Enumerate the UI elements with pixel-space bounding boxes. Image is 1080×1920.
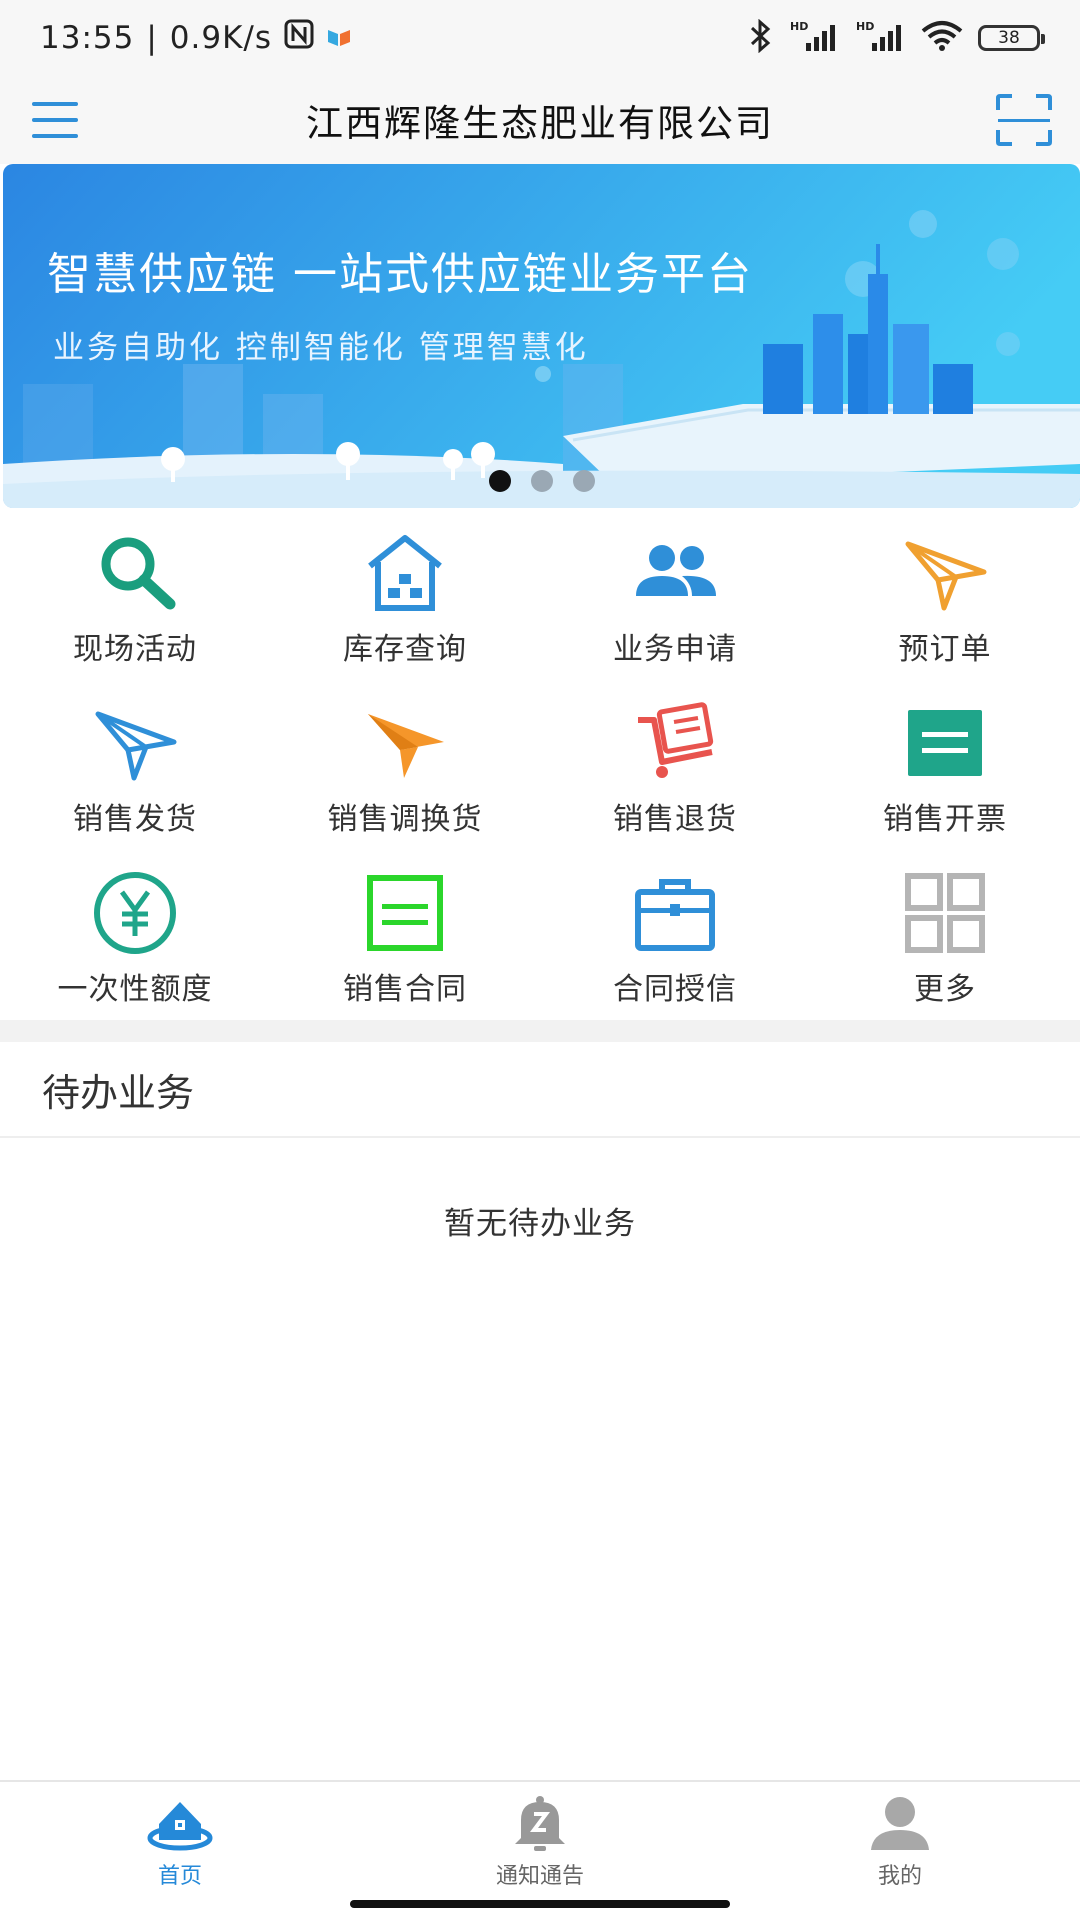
paper-plane-outline-icon [92, 700, 178, 786]
nav-item-home[interactable]: 首页 [80, 1794, 280, 1894]
grid-item-label: 销售退货 [613, 802, 737, 837]
carousel-dot[interactable] [573, 470, 595, 492]
pending-section-title: 待办业务 [42, 1070, 195, 1115]
grid-item-sales-invoice[interactable]: 销售开票 [810, 678, 1080, 848]
app-notification-icon [326, 20, 352, 56]
grid-item-inventory-query[interactable]: 库存查询 [270, 508, 540, 678]
status-bar: 13:55 | 0.9K/s HD HD 38 [0, 0, 1080, 76]
grid-item-label: 预订单 [898, 632, 992, 667]
bluetooth-icon [748, 18, 774, 57]
grid-item-label: 合同授信 [613, 972, 737, 1007]
users-icon [632, 530, 718, 616]
status-time: 13:55 [40, 20, 135, 56]
grid-item-one-time-quota[interactable]: 一次性额度 [0, 848, 270, 1018]
cart-return-icon [632, 700, 718, 786]
grid-item-business-application[interactable]: 业务申请 [540, 508, 810, 678]
more-grid-icon [902, 870, 988, 956]
nav-item-notifications[interactable]: 通知通告 [440, 1794, 640, 1894]
hd-signal-icon: HD [854, 19, 906, 57]
scan-button[interactable] [994, 92, 1054, 148]
wifi-icon [920, 19, 964, 57]
app-header: 江西辉隆生态肥业有限公司 [0, 76, 1080, 164]
grid-item-more[interactable]: 更多 [810, 848, 1080, 1018]
grid-item-sales-delivery[interactable]: 销售发货 [0, 678, 270, 848]
nav-item-profile[interactable]: 我的 [800, 1794, 1000, 1894]
grid-item-label: 销售调换货 [327, 802, 483, 837]
paper-plane-filled-icon [362, 700, 448, 786]
grid-item-pre-order[interactable]: 预订单 [810, 508, 1080, 678]
app-screen: 13:55 | 0.9K/s HD HD 38 江西辉隆生态肥业有限公司 智慧供… [0, 0, 1080, 1920]
nfc-icon [284, 19, 314, 57]
grid-item-sales-return[interactable]: 销售退货 [540, 678, 810, 848]
carousel-dot-active[interactable] [489, 470, 511, 492]
paper-plane-outline-icon [902, 530, 988, 616]
grid-item-sales-contract[interactable]: 销售合同 [270, 848, 540, 1018]
grid-item-sales-exchange[interactable]: 销售调换货 [270, 678, 540, 848]
bottom-nav: 首页 通知通告 我的 [0, 1780, 1080, 1920]
briefcase-icon [632, 870, 718, 956]
promo-banner[interactable]: 智慧供应链 一站式供应链业务平台 业务自助化 控制智能化 管理智慧化 [3, 164, 1080, 508]
nav-label-profile: 我的 [877, 1864, 922, 1889]
page-title: 江西辉隆生态肥业有限公司 [306, 102, 774, 145]
grid-item-label: 销售开票 [883, 802, 1007, 837]
menu-button[interactable] [28, 94, 84, 146]
grid-item-label: 销售发货 [73, 802, 197, 837]
grid-item-onsite-activity[interactable]: 现场活动 [0, 508, 270, 678]
banner-subtitle: 业务自助化 控制智能化 管理智慧化 [53, 330, 589, 366]
pending-divider [0, 1136, 1080, 1138]
grid-item-label: 现场活动 [73, 632, 197, 667]
section-divider [0, 1020, 1080, 1042]
status-left: 13:55 | 0.9K/s [40, 18, 352, 58]
bell-icon [515, 1796, 565, 1851]
carousel-dots [489, 470, 595, 492]
carousel-dot[interactable] [531, 470, 553, 492]
nav-label-home: 首页 [157, 1864, 202, 1889]
svg-text:HD: HD [790, 20, 808, 33]
grid-item-label: 库存查询 [343, 632, 467, 667]
battery-level: 38 [998, 28, 1020, 48]
banner-title: 智慧供应链 一站式供应链业务平台 [47, 249, 753, 300]
pending-empty-text: 暂无待办业务 [444, 1206, 636, 1242]
grid-item-contract-credit[interactable]: 合同授信 [540, 848, 810, 1018]
home-icon [147, 1802, 213, 1851]
menu-icon [32, 102, 78, 138]
nav-label-notifications: 通知通告 [495, 1864, 584, 1889]
grid-item-label: 一次性额度 [57, 972, 213, 1007]
search-icon [92, 530, 178, 616]
battery-icon: 38 [978, 25, 1045, 51]
status-right: HD HD 38 [748, 18, 1045, 58]
user-icon [871, 1797, 929, 1850]
warehouse-icon [362, 530, 448, 616]
grid-item-label: 业务申请 [613, 632, 737, 667]
yuan-icon [92, 870, 178, 956]
grid-item-label: 更多 [914, 972, 976, 1007]
home-indicator[interactable] [350, 1900, 730, 1908]
status-network-speed: 0.9K/s [169, 20, 273, 56]
svg-text:HD: HD [856, 20, 874, 33]
function-grid: 现场活动 库存查询 业务申请 预订单 销售发货 销售调换货 销售退货 销售开票 … [0, 508, 1080, 1020]
grid-item-label: 销售合同 [343, 972, 467, 1007]
scan-icon [996, 94, 1052, 146]
status-separator: | [146, 20, 158, 56]
hd-signal-icon: HD [788, 19, 840, 57]
invoice-icon [902, 700, 988, 786]
contract-icon [362, 870, 448, 956]
